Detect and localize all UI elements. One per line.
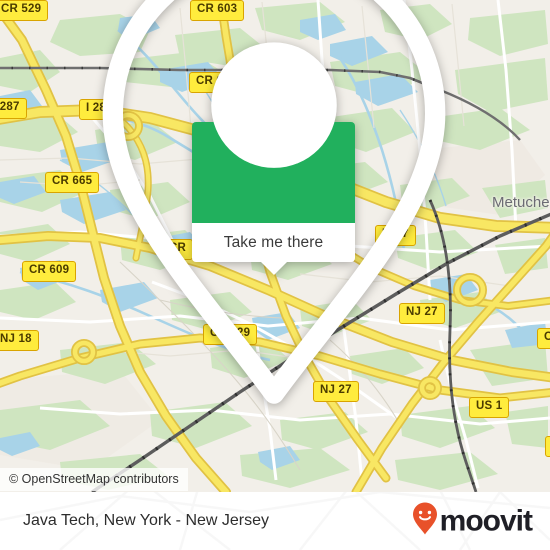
moovit-wordmark: moovit xyxy=(439,504,533,537)
callout-header xyxy=(102,0,445,404)
callout-pointer xyxy=(260,262,287,275)
take-me-there-callout[interactable]: Take me there xyxy=(102,0,445,404)
map-pin-icon xyxy=(0,0,549,419)
osm-attribution[interactable]: © OpenStreetMap contributors xyxy=(0,468,188,491)
road-shield: C xyxy=(545,436,550,457)
footer-bar: Java Tech, New York - New Jersey moovit xyxy=(0,492,550,550)
moovit-map-screenshot: .pk{fill:#cfe5c0} .wt{fill:#a8d3e8} .wl{… xyxy=(0,0,550,550)
map-canvas[interactable]: .pk{fill:#cfe5c0} .wt{fill:#a8d3e8} .wl{… xyxy=(0,0,550,492)
moovit-logo[interactable]: moovit xyxy=(412,502,533,541)
location-title: Java Tech, New York - New Jersey xyxy=(23,512,270,529)
moovit-smiley-pin-icon xyxy=(412,502,438,541)
callout-label: Take me there xyxy=(223,233,324,251)
